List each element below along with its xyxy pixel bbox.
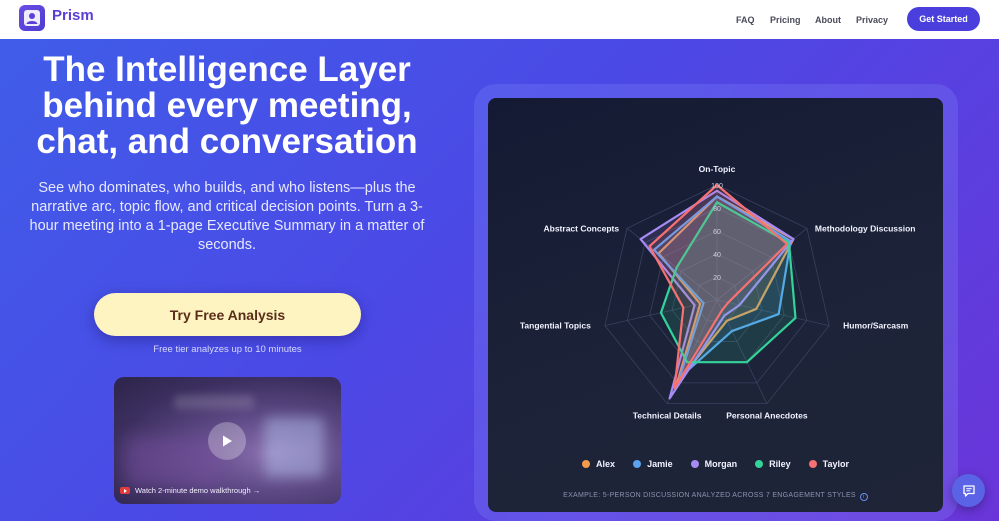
radar-tick-label: 40 — [713, 252, 721, 259]
video-caption-text: Watch 2-minute demo walkthrough → — [135, 486, 261, 495]
hero-title-line-2: behind every meeting, — [42, 86, 412, 125]
chart-legend: Alex Jamie Morgan Riley Taylor — [488, 459, 943, 469]
chat-support-button[interactable] — [952, 474, 985, 507]
legend-label: Taylor — [822, 459, 849, 469]
radar-chart-svg: 20 40 60 80 100 On-Topic Methodology Discussio… — [520, 164, 916, 421]
legend-label: Jamie — [647, 459, 673, 469]
engagement-radar-chart: 20 40 60 80 100 On-Topic Methodology Discussio… — [488, 98, 943, 512]
nav-link-privacy[interactable]: Privacy — [856, 0, 888, 39]
radar-axis-label: Abstract Concepts — [544, 223, 620, 233]
demo-video-thumbnail[interactable]: Watch 2-minute demo walkthrough → — [114, 377, 341, 504]
legend-item-taylor[interactable]: Taylor — [808, 459, 849, 469]
logo-person-icon — [24, 10, 40, 26]
legend-dot — [690, 460, 699, 468]
radar-axis-label: Personal Anecdotes — [726, 411, 808, 421]
info-icon[interactable]: i — [859, 493, 868, 501]
prism-logo-icon[interactable] — [19, 5, 45, 31]
legend-item-alex[interactable]: Alex — [582, 459, 615, 469]
play-button[interactable] — [208, 422, 246, 460]
radar-axis-label: Humor/Sarcasm — [843, 321, 909, 331]
hero-subtitle: See who dominates, who builds, and who l… — [29, 180, 425, 253]
chat-bubble-icon — [962, 484, 975, 497]
chart-footer: EXAMPLE: 5-PERSON DISCUSSION ANALYZED AC… — [488, 492, 943, 501]
nav-link-faq[interactable]: FAQ — [736, 0, 755, 39]
legend-dot — [808, 460, 817, 468]
legend-label: Alex — [596, 459, 616, 469]
radar-tick-label: 80 — [713, 206, 721, 213]
hero-title-line-1: The Intelligence Layer — [43, 50, 411, 89]
youtube-icon — [120, 487, 130, 494]
legend-label: Morgan — [704, 459, 738, 469]
top-navigation-bar: Prism FAQ Pricing About Privacy Get Star… — [0, 0, 999, 39]
legend-dot — [755, 460, 764, 468]
nav-link-pricing[interactable]: Pricing — [770, 0, 801, 39]
radar-axis-label: Technical Details — [633, 411, 702, 421]
video-blur-shape — [174, 395, 254, 409]
hero-title: The Intelligence Layer behind every meet… — [26, 52, 428, 160]
nav-link-about[interactable]: About — [815, 0, 841, 39]
radar-axis-label: Methodology Discussion — [815, 223, 916, 233]
brand-name[interactable]: Prism — [52, 7, 94, 24]
video-caption[interactable]: Watch 2-minute demo walkthrough → — [120, 486, 260, 495]
legend-item-jamie[interactable]: Jamie — [633, 459, 673, 469]
radar-axis-label: Tangential Topics — [520, 321, 591, 331]
try-free-analysis-button[interactable]: Try Free Analysis — [94, 293, 361, 336]
legend-dot — [633, 460, 642, 468]
radar-tick-label: 100 — [711, 183, 723, 190]
legend-item-morgan[interactable]: Morgan — [690, 459, 738, 469]
radar-tick-label: 60 — [713, 229, 721, 236]
hero-title-line-3: chat, and conversation — [36, 122, 418, 161]
radar-axis-label: On-Topic — [699, 164, 736, 174]
video-blur-shape — [264, 417, 324, 477]
legend-label: Riley — [769, 459, 791, 469]
chart-footer-text: EXAMPLE: 5-PERSON DISCUSSION ANALYZED AC… — [563, 492, 856, 499]
legend-dot — [582, 460, 591, 468]
get-started-button[interactable]: Get Started — [907, 7, 980, 31]
radar-tick-label: 20 — [713, 275, 721, 282]
free-tier-note: Free tier analyzes up to 10 minutes — [153, 344, 302, 355]
play-icon — [223, 435, 232, 447]
legend-item-riley[interactable]: Riley — [755, 459, 791, 469]
